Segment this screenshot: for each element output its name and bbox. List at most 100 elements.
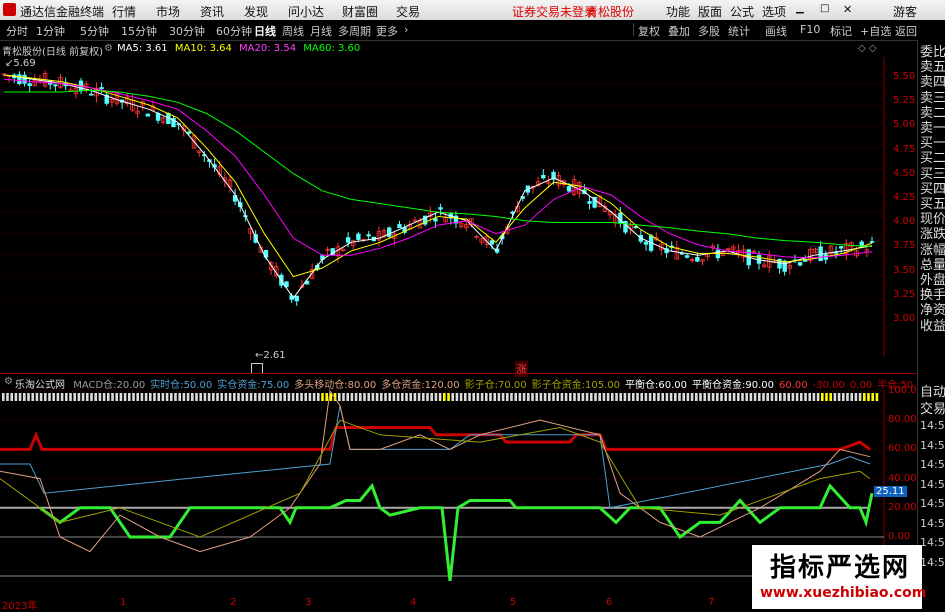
btn-diejia[interactable]: 叠加 xyxy=(668,23,690,39)
btn-fuquan[interactable]: 复权 xyxy=(638,23,660,39)
candle-body xyxy=(489,240,495,245)
menu-gongneng[interactable]: 功能 xyxy=(666,3,690,20)
period-monthly[interactable]: 月线 xyxy=(310,23,332,39)
signal-bar xyxy=(31,393,34,401)
menu-wenxiaoda[interactable]: 问小达 xyxy=(288,3,324,20)
indicator-tick: 100.0 xyxy=(888,385,917,396)
tick-time: 14:5 xyxy=(920,438,945,452)
signal-bar xyxy=(514,393,517,401)
settings-gear-icon[interactable]: ⚙ xyxy=(104,43,113,54)
price-chart[interactable] xyxy=(0,57,888,357)
btn-f10[interactable]: F10 xyxy=(800,23,820,36)
close-icon[interactable]: ✕ xyxy=(843,3,852,16)
candle-body xyxy=(27,83,32,87)
btn-zixuan[interactable]: +自选 xyxy=(860,23,891,39)
period-weekly[interactable]: 周线 xyxy=(282,23,304,39)
period-1min[interactable]: 1分钟 xyxy=(36,23,65,39)
login-notice[interactable]: 证券交易未登录 xyxy=(512,3,596,20)
date-tick: 6 xyxy=(606,597,613,608)
indicator-settings-icon[interactable]: ⚙ xyxy=(4,376,13,387)
candle-body xyxy=(186,131,192,134)
divider xyxy=(633,23,634,36)
quote-label: 卖五 xyxy=(920,60,945,76)
quote-label: 卖二 xyxy=(920,105,945,121)
signal-bar xyxy=(203,393,207,401)
btn-duogu[interactable]: 多股 xyxy=(698,23,720,39)
menu-xuanxiang[interactable]: 选项 xyxy=(762,3,786,20)
signal-bar xyxy=(489,393,492,401)
menu-shichang[interactable]: 市场 xyxy=(156,3,180,20)
period-fenshi[interactable]: 分时 xyxy=(6,23,28,39)
menu-hangqing[interactable]: 行情 xyxy=(112,3,136,20)
signal-bar xyxy=(476,393,480,401)
signal-bar xyxy=(170,393,173,401)
signal-bar xyxy=(81,393,85,401)
signal-bar xyxy=(312,393,316,401)
signal-bar xyxy=(501,393,505,401)
signal-bar xyxy=(560,393,564,401)
chevron-right-icon[interactable]: › xyxy=(404,23,408,36)
quote-label: 现价 xyxy=(920,212,945,228)
period-more[interactable]: 更多 xyxy=(376,23,398,39)
signal-bar xyxy=(342,393,345,401)
tick-time: 14:5 xyxy=(920,497,945,510)
stock-label: 青松股份(日线 前复权) xyxy=(2,47,103,58)
menu-gongshi[interactable]: 公式 xyxy=(730,3,754,20)
period-60min[interactable]: 60分钟 xyxy=(216,23,252,39)
maximize-icon[interactable]: □ xyxy=(820,3,829,14)
signal-bar xyxy=(548,393,551,401)
watermark-url: www.xuezhibiao.com xyxy=(760,585,927,601)
menu-zixun[interactable]: 资讯 xyxy=(200,3,224,20)
guest-label[interactable]: 游客 xyxy=(893,3,917,20)
expand-diamond-icon[interactable]: ◇ ◇ xyxy=(858,43,877,54)
period-daily[interactable]: 日线 xyxy=(254,23,276,39)
menu-banmian[interactable]: 版面 xyxy=(698,3,722,20)
btn-fanhui[interactable]: 返回 xyxy=(895,23,917,39)
candle-body xyxy=(155,113,161,121)
period-5min[interactable]: 5分钟 xyxy=(80,23,109,39)
signal-bar xyxy=(296,393,299,401)
btn-biaoji[interactable]: 标记 xyxy=(830,23,852,39)
signal-bar xyxy=(863,393,866,401)
tick-time: 14:5 xyxy=(920,477,945,491)
ma60-label: MA60: 3.60 xyxy=(303,43,361,54)
signal-bar xyxy=(380,393,383,401)
ma5-label: MA5: 3.61 xyxy=(117,43,168,54)
zhang-badge[interactable]: 涨 xyxy=(515,361,528,377)
signal-bar xyxy=(438,393,442,401)
signal-bar xyxy=(602,393,606,401)
signal-bar xyxy=(556,393,559,401)
menu-faxian[interactable]: 发现 xyxy=(244,3,268,20)
signal-bar xyxy=(228,393,232,401)
menu-jiaoyi[interactable]: 交易 xyxy=(396,3,420,20)
price-tick: 5.25 xyxy=(893,95,916,107)
signal-bar xyxy=(581,393,585,401)
signal-bar xyxy=(191,393,194,401)
btn-huaxian[interactable]: 画线 xyxy=(765,23,787,39)
signal-bar xyxy=(14,393,18,401)
signal-bar xyxy=(611,393,614,401)
signal-bar xyxy=(615,393,618,401)
quote-label: 卖三 xyxy=(920,90,945,106)
quote-label: 收益 xyxy=(920,318,945,334)
signal-bar xyxy=(527,393,530,401)
date-tick: 7 xyxy=(708,597,715,608)
indicator-line-salmon xyxy=(0,389,871,553)
period-15min[interactable]: 15分钟 xyxy=(121,23,157,39)
signal-bar xyxy=(136,393,139,401)
signal-bar xyxy=(447,393,450,401)
period-30min[interactable]: 30分钟 xyxy=(169,23,205,39)
minimize-icon[interactable]: ▁ xyxy=(796,3,804,14)
btn-tongji[interactable]: 统计 xyxy=(728,23,750,39)
menu-caifuquan[interactable]: 财富圈 xyxy=(342,3,378,20)
indicator-tick: 40.00 xyxy=(888,472,917,484)
signal-bar xyxy=(375,393,379,401)
signal-bar xyxy=(779,393,782,401)
watermark: 指标严选网 www.xuezhibiao.com xyxy=(752,545,926,609)
signal-bar xyxy=(808,393,811,401)
signal-bar xyxy=(825,393,828,401)
signal-bar xyxy=(590,393,593,401)
period-multi[interactable]: 多周期 xyxy=(338,23,371,39)
quote-label: 买一 xyxy=(920,136,945,152)
quote-label: 交易 xyxy=(920,402,945,417)
